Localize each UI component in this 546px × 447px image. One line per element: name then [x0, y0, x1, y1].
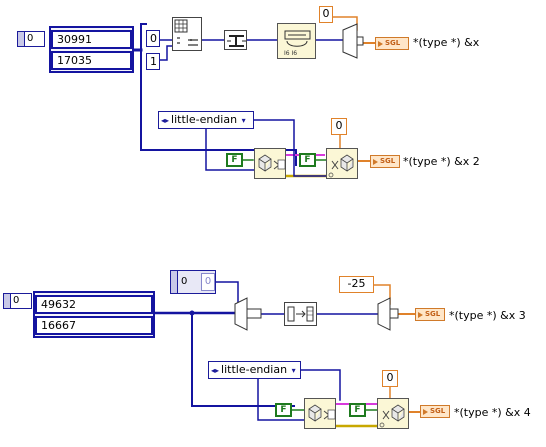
bool-const-4a[interactable]: F: [275, 403, 292, 417]
unflatten-from-string-icon-4b: [379, 404, 405, 428]
sgl-indicator-4: SGL: [420, 405, 450, 418]
unflatten-from-string-icon-4: [308, 404, 336, 422]
bool-const-4b[interactable]: F: [349, 403, 366, 417]
chevron-down-icon-4: ▾: [289, 366, 296, 375]
select-icon: [234, 297, 262, 331]
unflatten-node-2b[interactable]: [326, 148, 358, 179]
indicator-label-4: *(type *) &x 4: [454, 406, 531, 419]
array-element-3-0[interactable]: 49632: [35, 295, 153, 314]
chevron-down-icon: ▾: [239, 116, 246, 125]
sgl-indicator-1: SGL: [375, 37, 409, 50]
wire-idx1: [159, 45, 173, 61]
coerce-to-sgl-icon-3: [377, 297, 399, 331]
unflatten-node-2a[interactable]: [254, 148, 286, 179]
type-cast-icon: [227, 35, 246, 47]
type-cast-node[interactable]: [224, 30, 247, 50]
endian-enum-2[interactable]: ◂▸ little-endian ▾: [158, 111, 254, 129]
wire-enum2: [253, 119, 295, 151]
array-index-value-1: 0: [27, 33, 34, 44]
index-const-0[interactable]: 0: [146, 30, 160, 47]
offset-const-4[interactable]: 0: [382, 370, 398, 387]
swap-words-node[interactable]: I6 I6: [277, 23, 316, 59]
array-index-control-1[interactable]: 0: [17, 31, 45, 47]
unflatten-node-4a[interactable]: [304, 398, 336, 429]
wire-const3: [215, 281, 239, 306]
join-numbers-node[interactable]: [172, 17, 202, 51]
join-numbers-icon: [174, 19, 198, 46]
swap-words-icon: I6 I6: [284, 30, 311, 57]
sgl-indicator-3: SGL: [415, 308, 445, 321]
svg-text:I6 I6: I6 I6: [284, 50, 297, 57]
enum-arrows-icon: ◂▸: [161, 116, 170, 125]
wire-junction: [189, 310, 195, 316]
indicator-label-2: *(type *) &x 2: [403, 155, 480, 168]
indicator-label-3: *(type *) &x 3: [449, 309, 526, 322]
bool-const-2a[interactable]: F: [226, 153, 243, 167]
unflatten-from-string-icon-2: [328, 154, 354, 178]
const-array-3-element[interactable]: 0: [201, 273, 215, 291]
indicator-label-1: *(type *) &x: [413, 36, 480, 49]
sgl-indicator-2: SGL: [370, 155, 400, 168]
index-const-1[interactable]: 1: [146, 53, 160, 70]
offset-const-1[interactable]: 0: [319, 6, 333, 23]
wire-enum4: [300, 369, 341, 401]
array-element-1-0[interactable]: 30991: [51, 30, 132, 49]
array-index-control-3[interactable]: 0: [3, 293, 32, 309]
array-element-3-1[interactable]: 16667: [35, 316, 153, 335]
unflatten-node-4b[interactable]: [377, 398, 409, 429]
unflatten-from-string-icon: [258, 154, 286, 172]
coerce-to-sgl-icon: [342, 23, 364, 59]
offset-const-2[interactable]: 0: [331, 118, 347, 135]
type-convert-icon: [287, 306, 314, 322]
bool-const-2b[interactable]: F: [299, 153, 316, 167]
wire-array-1-down: [140, 23, 297, 166]
array-element-1-1[interactable]: 17035: [51, 51, 132, 70]
enum-arrows-icon-4: ◂▸: [211, 366, 220, 375]
convert-node-3[interactable]: [284, 302, 317, 326]
offset-const-3[interactable]: -25: [339, 276, 374, 293]
endian-enum-4[interactable]: ◂▸ little-endian ▾: [208, 361, 301, 379]
